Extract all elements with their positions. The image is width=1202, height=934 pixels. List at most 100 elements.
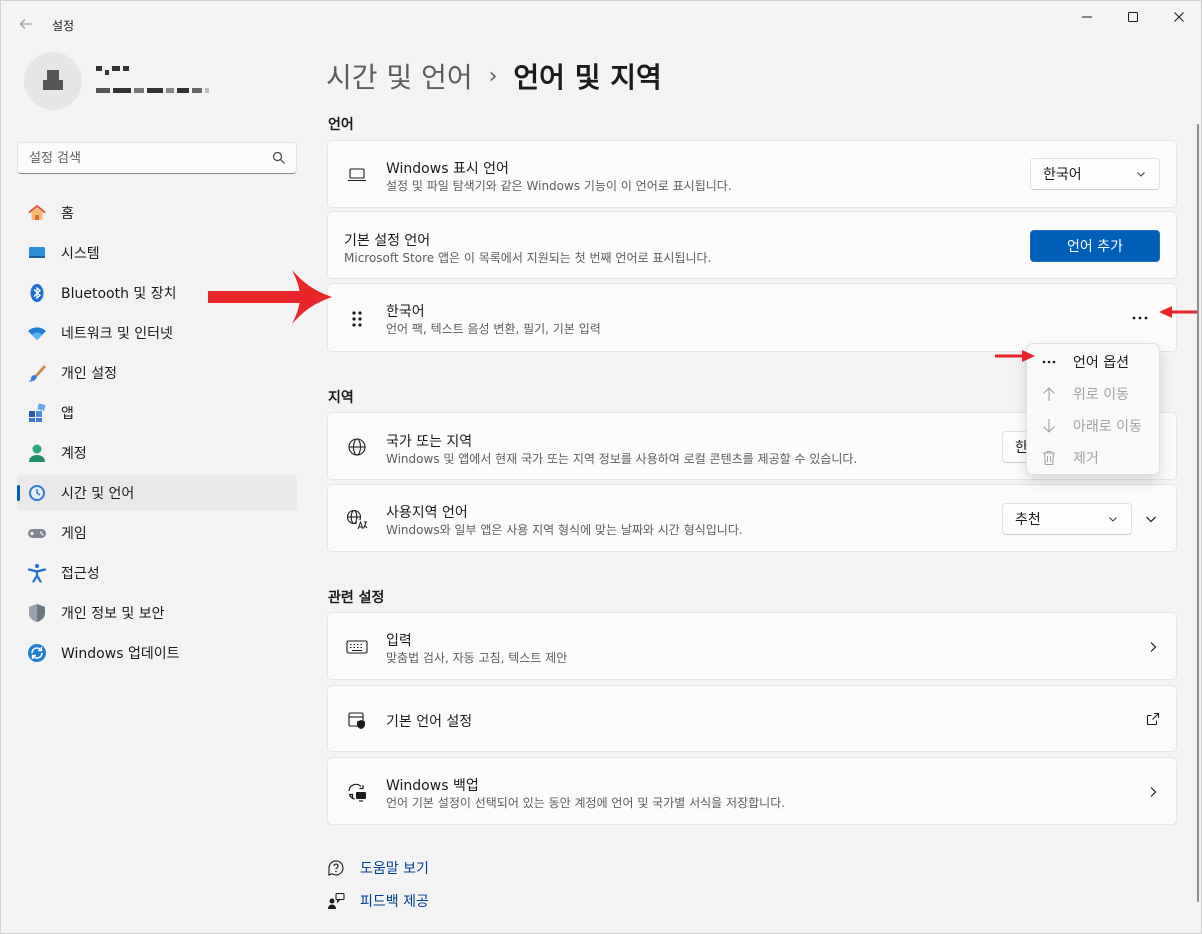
accessibility-icon <box>27 563 47 583</box>
search-box[interactable] <box>17 142 297 174</box>
trash-icon <box>1039 448 1059 468</box>
sidebar-item-label: 개인 정보 및 보안 <box>61 606 165 622</box>
display-language-desc: 설정 및 파일 탐색기와 같은 Windows 기능이 이 언어로 표시됩니다. <box>386 179 732 193</box>
preferred-languages-title: 기본 설정 언어 <box>344 233 431 249</box>
feedback-link[interactable]: 피드백 제공 <box>326 890 429 912</box>
regional-format-dropdown[interactable]: 추천 <box>1002 503 1132 535</box>
chevron-right-icon <box>1150 787 1157 797</box>
sidebar-item-label: 개인 설정 <box>61 366 117 382</box>
update-icon <box>27 643 47 663</box>
expand-chevron-icon[interactable] <box>1144 512 1158 526</box>
breadcrumb: 시간 및 언어 › 언어 및 지역 <box>326 56 662 96</box>
wifi-icon <box>27 323 47 343</box>
more-icon <box>1039 352 1059 372</box>
section-title-language: 언어 <box>328 117 354 133</box>
korean-language-desc: 언어 팩, 텍스트 음성 변환, 필기, 기본 입력 <box>386 322 601 336</box>
search-icon[interactable] <box>272 151 286 165</box>
typing-card[interactable]: 입력 맞춤법 검사, 자동 고침, 텍스트 제안 <box>327 612 1177 680</box>
shield-icon <box>27 603 47 623</box>
annotation-arrow-options <box>995 350 1035 362</box>
keyboard-icon <box>346 636 368 658</box>
help-link-label: 도움말 보기 <box>360 861 429 877</box>
minimize-button[interactable] <box>1064 0 1110 34</box>
chevron-right-icon <box>1150 642 1157 652</box>
back-arrow-icon <box>19 19 32 29</box>
breadcrumb-separator: › <box>488 63 498 89</box>
menu-item-label: 제거 <box>1073 451 1099 467</box>
sidebar-item-label: 게임 <box>61 526 87 542</box>
admin-language-title: 기본 언어 설정 <box>386 714 473 730</box>
admin-shield-icon <box>346 709 368 731</box>
sidebar-item-label: 앱 <box>61 406 74 422</box>
minimize-icon <box>1082 16 1092 18</box>
sidebar-item-apps[interactable]: 앱 <box>17 395 297 431</box>
dropdown-value: 추천 <box>1015 512 1041 528</box>
title-bar: 설정 <box>0 0 1202 48</box>
sidebar-item-windows-update[interactable]: Windows 업데이트 <box>17 635 297 671</box>
sidebar-item-home[interactable]: 홈 <box>17 195 297 231</box>
help-icon <box>326 858 346 878</box>
korean-language-card[interactable]: 한국어 언어 팩, 텍스트 음성 변환, 필기, 기본 입력 <box>327 283 1177 352</box>
sidebar-item-label: 계정 <box>61 446 87 462</box>
sidebar-item-label: 시스템 <box>61 246 100 262</box>
typing-title: 입력 <box>386 633 412 649</box>
section-title-related: 관련 설정 <box>328 590 385 606</box>
maximize-icon <box>1128 12 1138 22</box>
sidebar-item-label: 네트워크 및 인터넷 <box>61 326 173 342</box>
windows-backup-desc: 언어 기본 설정이 선택되어 있는 동안 계정에 언어 및 국가별 서식을 저장… <box>386 796 786 810</box>
menu-item-label: 위로 이동 <box>1073 387 1129 403</box>
admin-language-card[interactable]: 기본 언어 설정 <box>327 685 1177 752</box>
chevron-down-icon <box>1109 517 1117 522</box>
search-input[interactable] <box>18 143 248 173</box>
more-icon <box>1132 316 1148 320</box>
display-language-dropdown[interactable]: 한국어 <box>1030 158 1160 190</box>
chevron-down-icon <box>1137 172 1145 177</box>
account-icon <box>27 443 47 463</box>
sidebar-item-personalization[interactable]: 개인 설정 <box>17 355 297 391</box>
brush-icon <box>27 363 47 383</box>
help-link[interactable]: 도움말 보기 <box>326 857 429 879</box>
sidebar-item-accessibility[interactable]: 접근성 <box>17 555 297 591</box>
drag-handle-icon[interactable] <box>346 308 368 330</box>
laptop-icon <box>346 164 368 186</box>
typing-desc: 맞춤법 검사, 자동 고침, 텍스트 제안 <box>386 651 568 665</box>
regional-format-desc: Windows와 일부 앱은 사용 지역 형식에 맞는 날짜와 시간 형식입니다… <box>386 523 743 537</box>
windows-backup-card[interactable]: Windows 백업 언어 기본 설정이 선택되어 있는 동안 계정에 언어 및… <box>327 757 1177 825</box>
globe-icon <box>346 436 368 458</box>
sidebar-item-accounts[interactable]: 계정 <box>17 435 297 471</box>
time-language-icon <box>27 483 47 503</box>
menu-item-move-up: 위로 이동 <box>1031 379 1155 409</box>
display-language-title: Windows 표시 언어 <box>386 161 509 177</box>
back-button[interactable] <box>14 12 38 36</box>
system-icon <box>27 243 47 263</box>
annotation-arrow-large <box>208 270 332 324</box>
sidebar-item-time-language[interactable]: 시간 및 언어 <box>17 475 297 511</box>
preferred-languages-desc: Microsoft Store 앱은 이 목록에서 지원되는 첫 번째 언어로 … <box>344 251 712 265</box>
regional-format-title: 사용지역 언어 <box>386 505 468 521</box>
feedback-icon <box>326 891 346 911</box>
dropdown-value: 한국어 <box>1043 167 1082 183</box>
display-language-card: Windows 표시 언어 설정 및 파일 탐색기와 같은 Windows 기능… <box>327 140 1177 208</box>
sidebar-item-gaming[interactable]: 게임 <box>17 515 297 551</box>
sidebar-item-label: Windows 업데이트 <box>61 646 180 662</box>
sidebar-item-label: 시간 및 언어 <box>61 486 135 502</box>
breadcrumb-parent[interactable]: 시간 및 언어 <box>326 56 473 96</box>
avatar[interactable] <box>24 52 82 110</box>
sidebar-item-label: 접근성 <box>61 566 100 582</box>
close-button[interactable] <box>1156 0 1202 34</box>
scrollbar[interactable] <box>1197 124 1199 902</box>
bluetooth-icon <box>27 283 47 303</box>
avatar-image <box>40 68 66 94</box>
sidebar-item-privacy[interactable]: 개인 정보 및 보안 <box>17 595 297 631</box>
annotation-arrow-more <box>1159 306 1198 318</box>
language-context-menu: 언어 옵션 위로 이동 아래로 이동 제거 <box>1026 343 1160 475</box>
gamepad-icon <box>27 523 47 543</box>
external-link-icon <box>1146 712 1160 726</box>
add-language-button[interactable]: 언어 추가 <box>1030 230 1160 262</box>
section-title-region: 지역 <box>328 390 354 406</box>
sidebar-item-system[interactable]: 시스템 <box>17 235 297 271</box>
windows-backup-title: Windows 백업 <box>386 778 479 794</box>
maximize-button[interactable] <box>1110 0 1156 34</box>
menu-item-language-options[interactable]: 언어 옵션 <box>1031 347 1155 377</box>
more-options-button[interactable] <box>1124 302 1156 334</box>
